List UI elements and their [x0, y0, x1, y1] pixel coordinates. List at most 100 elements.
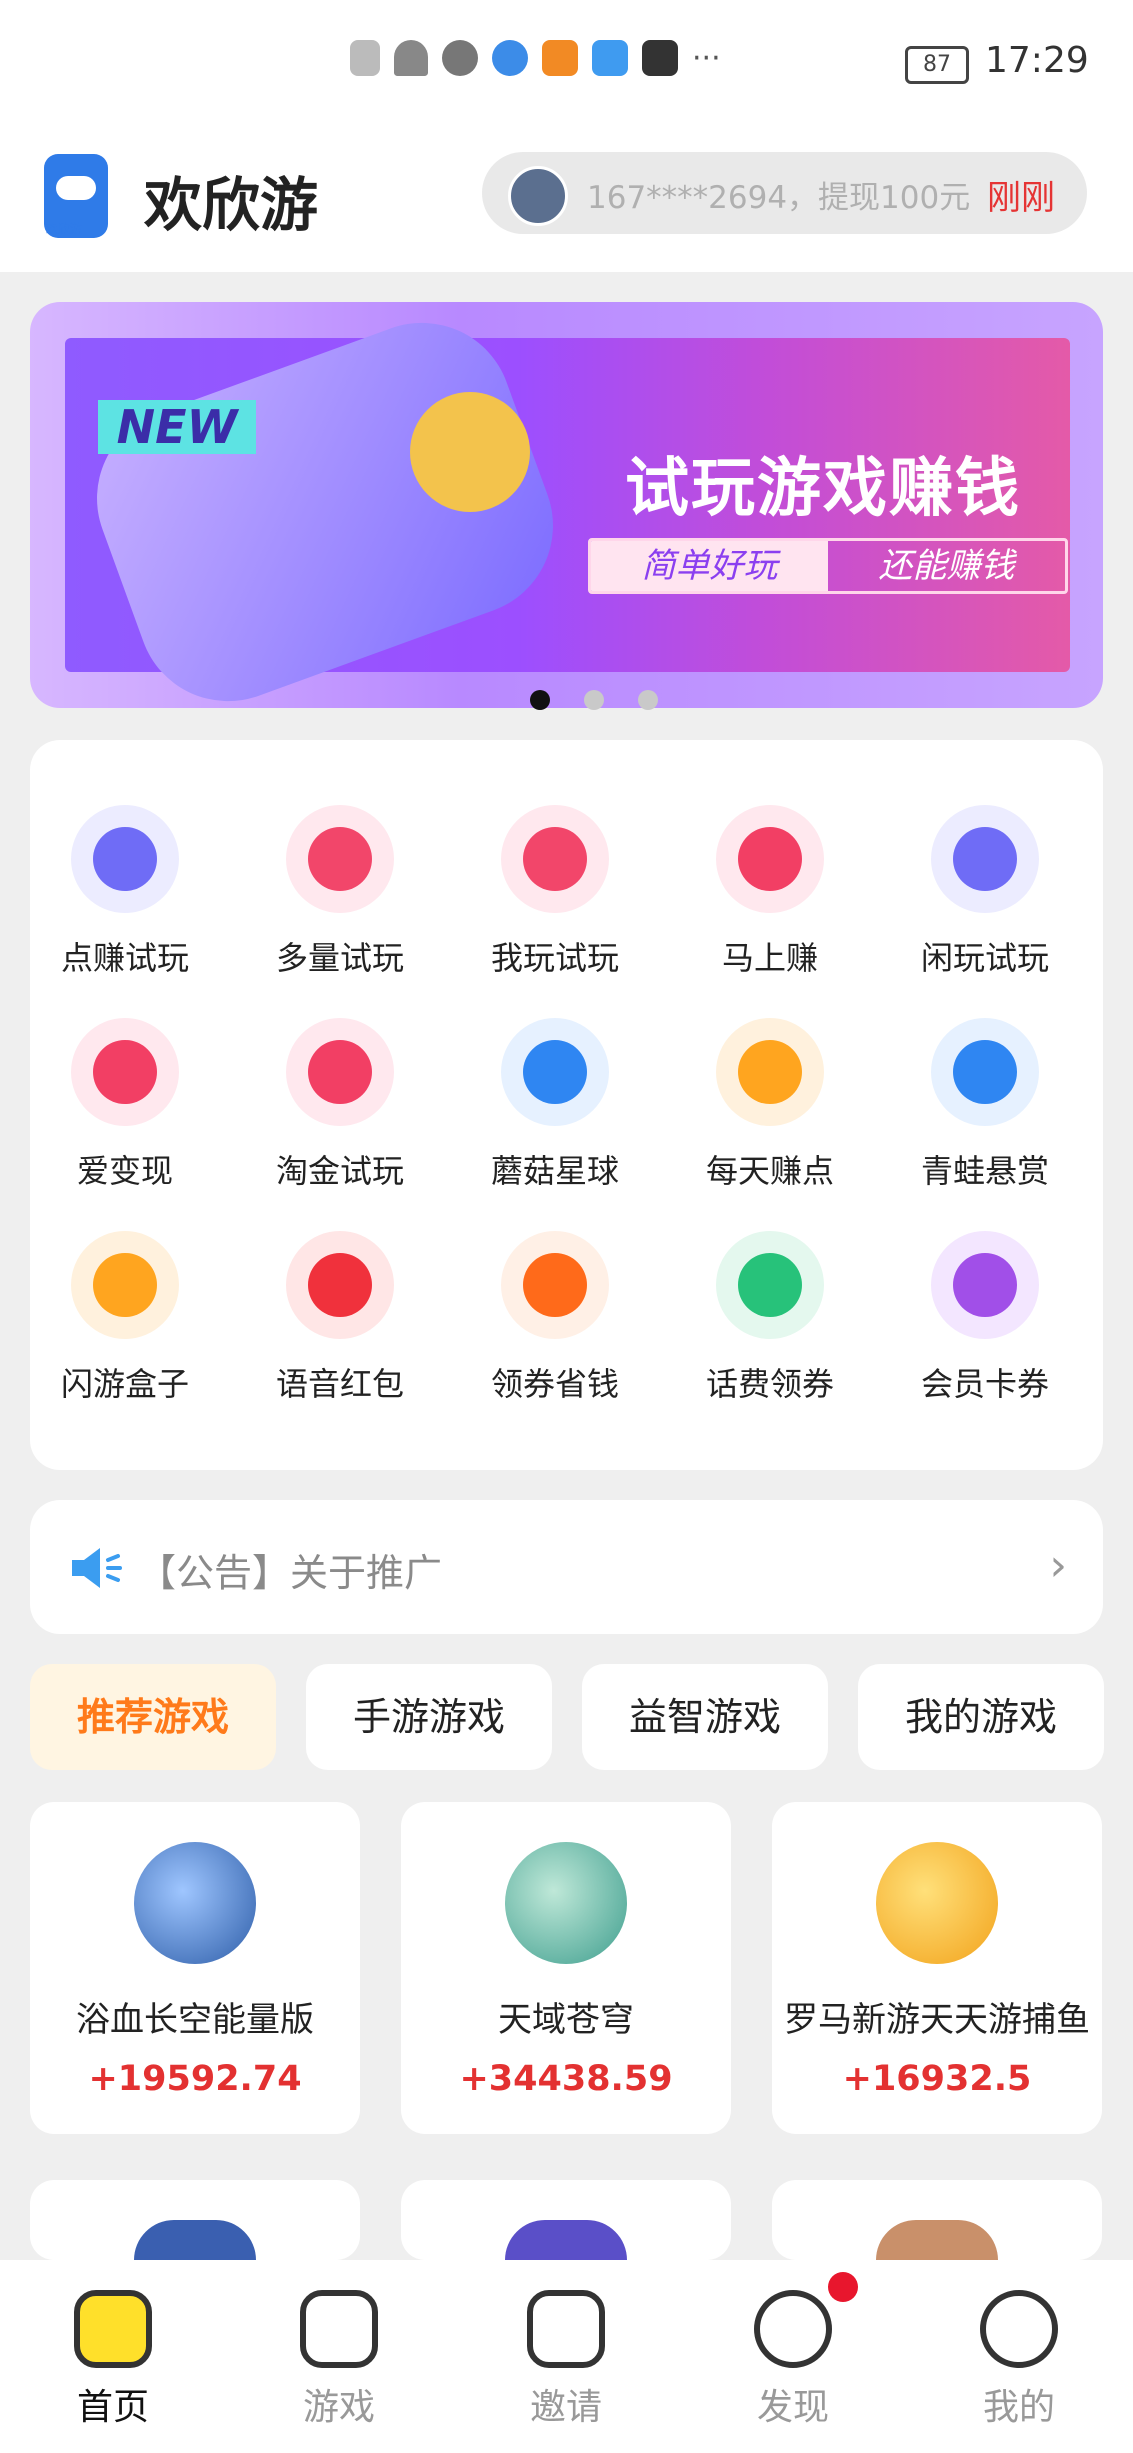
- grid-item-label: 领券省钱: [490, 1365, 619, 1403]
- game-card[interactable]: [772, 2180, 1102, 2260]
- new-tag: NEW: [98, 400, 256, 454]
- icon-shape: [308, 1040, 372, 1104]
- wifi-icon: [394, 40, 428, 76]
- money-bag-icon: [716, 1018, 824, 1126]
- nav-profile[interactable]: 我的: [944, 2290, 1094, 2430]
- discover-icon: [754, 2290, 832, 2368]
- grid-item[interactable]: 我玩试玩: [460, 805, 650, 979]
- grid-item[interactable]: 淘金试玩: [245, 1018, 435, 1192]
- status-icons: ···: [350, 40, 721, 76]
- game-card[interactable]: 罗马新游天天游捕鱼 +16932.5: [772, 1802, 1102, 2134]
- feature-grid: 点赚试玩 多量试玩 我玩试玩 马上赚 闲玩试玩爱变现 淘金试玩 蘑菇星球 每天赚点 青蛙悬赏闪游…: [30, 740, 1103, 1470]
- announcement-bar[interactable]: 【公告】关于推广 ›: [30, 1500, 1103, 1634]
- icon-shape: [953, 1040, 1017, 1104]
- money-bag-icon: [71, 1231, 179, 1339]
- icon-shape: [953, 1253, 1017, 1317]
- carousel-dots: [530, 690, 658, 710]
- gamepad-icon: [71, 805, 179, 913]
- carousel-dot[interactable]: [638, 690, 658, 710]
- chevron-right-icon: ›: [1049, 1540, 1067, 1591]
- grid-item[interactable]: 蘑菇星球: [460, 1018, 650, 1192]
- grid-item[interactable]: 马上赚: [675, 805, 865, 979]
- game-controller-icon: [286, 805, 394, 913]
- status-bar: ··· 87 17:29: [0, 0, 1133, 130]
- game-controller-icon: [501, 805, 609, 913]
- grid-item[interactable]: 点赚试玩: [30, 805, 220, 979]
- icon-shape: [738, 1253, 802, 1317]
- profile-icon: [980, 2290, 1058, 2368]
- grid-item-label: 多量试玩: [275, 939, 404, 977]
- globe-icon: [442, 40, 478, 76]
- grid-item[interactable]: 话费领券: [675, 1231, 865, 1405]
- nav-games[interactable]: 游戏: [264, 2290, 414, 2430]
- nav-label: 游戏: [302, 2387, 375, 2428]
- pill-right: 还能赚钱: [878, 546, 1015, 586]
- icon-shape: [738, 827, 802, 891]
- game-tabs: 推荐游戏 手游游戏 益智游戏 我的游戏: [30, 1664, 1104, 1772]
- play-icon: [542, 40, 578, 76]
- icon-shape: [738, 1040, 802, 1104]
- grid-item[interactable]: 语音红包: [245, 1231, 435, 1405]
- ticker-text: 167****2694，提现100元: [587, 180, 971, 216]
- icon-shape: [308, 1253, 372, 1317]
- promo-banner[interactable]: NEW 试玩游戏赚钱 简单好玩 还能赚钱: [30, 302, 1103, 708]
- grid-item[interactable]: 闪游盒子: [30, 1231, 220, 1405]
- battery-indicator: 87: [905, 46, 969, 84]
- carousel-dot[interactable]: [530, 690, 550, 710]
- grid-item[interactable]: 每天赚点: [675, 1018, 865, 1192]
- withdraw-ticker[interactable]: 167****2694，提现100元 刚刚: [482, 152, 1087, 234]
- grid-item-label: 闲玩试玩: [920, 939, 1049, 977]
- banner-title: 试玩游戏赚钱: [625, 452, 1021, 526]
- grid-item-label: 爱变现: [76, 1152, 173, 1190]
- nav-invite[interactable]: 邀请: [491, 2290, 641, 2430]
- controller-button-icon: [410, 392, 530, 512]
- game-name: 浴血长空能量版: [76, 2000, 314, 2040]
- game-name: 天域苍穹: [498, 2000, 634, 2040]
- game-name: 罗马新游天天游捕鱼: [784, 2000, 1090, 2040]
- grid-item[interactable]: 领券省钱: [460, 1231, 650, 1405]
- icon-shape: [953, 827, 1017, 891]
- grid-item-label: 闪游盒子: [60, 1365, 189, 1403]
- game-icon: [505, 1842, 627, 1964]
- game-card[interactable]: [401, 2180, 731, 2260]
- grid-item[interactable]: 多量试玩: [245, 805, 435, 979]
- grid-item-label: 会员卡券: [920, 1365, 1049, 1403]
- grid-item-label: 蘑菇星球: [490, 1152, 619, 1190]
- tab-my-games[interactable]: 我的游戏: [858, 1664, 1104, 1770]
- grid-item[interactable]: 闲玩试玩: [890, 805, 1080, 979]
- tab-puzzle-games[interactable]: 益智游戏: [582, 1664, 828, 1770]
- pacman-icon: [71, 1018, 179, 1126]
- red-envelope-icon: [286, 1231, 394, 1339]
- game-icon: [134, 1842, 256, 1964]
- tab-mobile-games[interactable]: 手游游戏: [306, 1664, 552, 1770]
- nav-label: 邀请: [529, 2387, 602, 2428]
- grid-item-label: 淘金试玩: [275, 1152, 404, 1190]
- pacman-icon: [716, 805, 824, 913]
- game-card[interactable]: [30, 2180, 360, 2260]
- grid-item[interactable]: 会员卡券: [890, 1231, 1080, 1405]
- announcement-text: 【公告】关于推广: [138, 1551, 443, 1595]
- game-card[interactable]: 浴血长空能量版 +19592.74: [30, 1802, 360, 2134]
- carousel-dot[interactable]: [584, 690, 604, 710]
- nav-home[interactable]: 首页: [38, 2290, 188, 2430]
- icon-shape: [93, 1040, 157, 1104]
- grid-item-label: 青蛙悬赏: [920, 1152, 1049, 1190]
- nav-discover[interactable]: 发现: [718, 2290, 868, 2430]
- search-bubble-icon: [501, 1018, 609, 1126]
- receipt-icon: [716, 1231, 824, 1339]
- grid-item[interactable]: 爱变现: [30, 1018, 220, 1192]
- game-card[interactable]: 天域苍穹 +34438.59: [401, 1802, 731, 2134]
- grid-item[interactable]: 青蛙悬赏: [890, 1018, 1080, 1192]
- bottom-nav: 首页 游戏 邀请 发现 我的: [0, 2260, 1133, 2453]
- grid-item-label: 每天赚点: [705, 1152, 834, 1190]
- game-icon: [876, 2220, 998, 2260]
- nav-label: 发现: [756, 2387, 829, 2428]
- clock: 17:29: [985, 40, 1089, 81]
- top-bar: 欢欣游 欢欣游 167****2694，提现100元 刚刚: [0, 130, 1133, 272]
- diamond-icon: [931, 1231, 1039, 1339]
- tab-recommended[interactable]: 推荐游戏: [30, 1664, 276, 1770]
- grid-item-label: 语音红包: [275, 1365, 404, 1403]
- gamepad-icon: [931, 805, 1039, 913]
- icon-shape: [308, 827, 372, 891]
- nav-label: 我的: [982, 2387, 1055, 2428]
